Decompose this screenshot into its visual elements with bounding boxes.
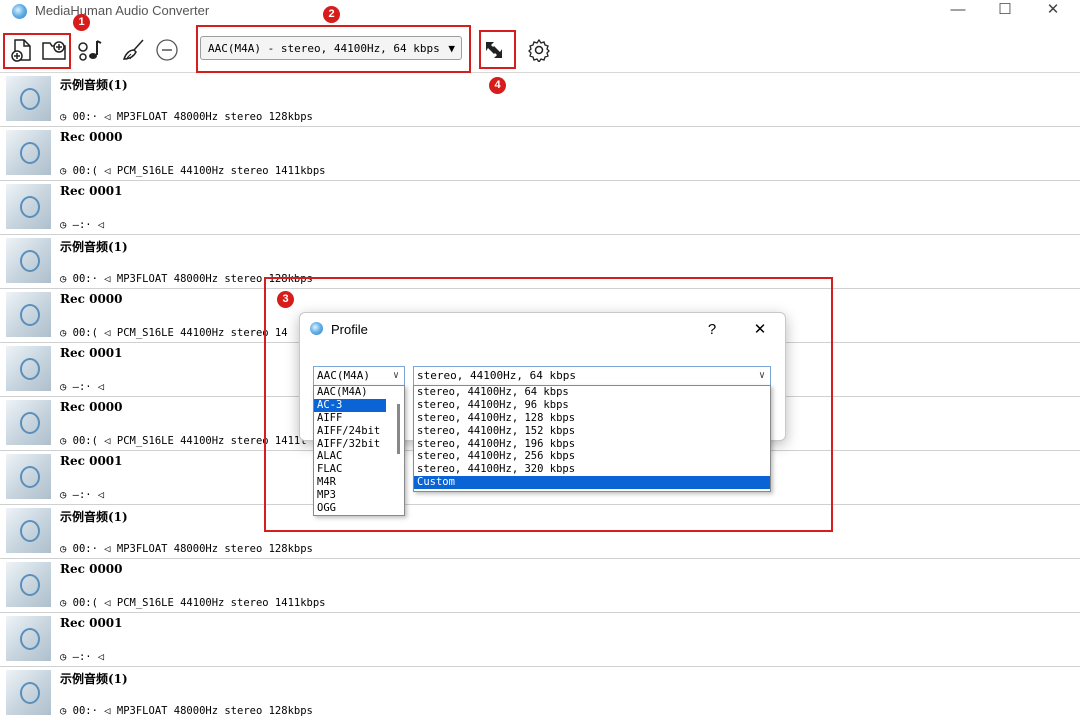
audio-thumbnail (6, 130, 51, 175)
format-dropdown[interactable]: AAC(M4A) AC-3 AIFF AIFF/24bit AIFF/32bit… (313, 385, 405, 516)
quality-option[interactable]: stereo, 44100Hz, 128 kbps (414, 412, 770, 425)
file-info: ◷ 00:( ◁ PCM_S16LE 44100Hz stereo 1411l (60, 435, 307, 447)
gear-icon[interactable] (525, 36, 553, 64)
close-button[interactable]: ✕ (1030, 0, 1076, 22)
file-title: Rec 0001 (60, 346, 123, 360)
format-combo-value: AAC(M4A) (317, 369, 370, 382)
file-row[interactable]: Rec 0001 ◷ —:· ◁ (0, 613, 1080, 667)
marker-3: 3 (277, 291, 294, 308)
maximize-button[interactable]: ☐ (982, 0, 1028, 22)
chevron-down-icon: ∨ (392, 370, 399, 381)
format-option[interactable]: OGG (314, 502, 404, 515)
file-title: 示例音频(1) (60, 510, 128, 524)
audio-thumbnail (6, 400, 51, 445)
file-row[interactable]: Rec 0000 ◷ 00:( ◁ PCM_S16LE 44100Hz stere… (0, 127, 1080, 181)
file-row[interactable]: 示例音频(1) ◷ 00:· ◁ MP3FLOAT 48000Hz stereo … (0, 73, 1080, 127)
file-title: 示例音频(1) (60, 78, 128, 92)
file-info: ◷ —:· ◁ (60, 651, 105, 663)
file-title: Rec 0000 (60, 292, 123, 306)
dialog-close-button[interactable]: ✕ (746, 318, 774, 342)
quality-option[interactable]: stereo, 44100Hz, 64 kbps (414, 386, 770, 399)
file-title: 示例音频(1) (60, 240, 128, 254)
audio-thumbnail (6, 76, 51, 121)
dropdown-scrollbar[interactable] (397, 404, 400, 454)
profile-select[interactable]: AAC(M4A) - stereo, 44100Hz, 64 kbps ▼ (200, 36, 462, 60)
file-info: ◷ —:· ◁ (60, 381, 105, 393)
file-row[interactable]: 示例音频(1) ◷ 00:· ◁ MP3FLOAT 48000Hz stereo … (0, 667, 1080, 720)
format-option[interactable]: AIFF/32bit (314, 438, 404, 451)
title-bar: MediaHuman Audio Converter — ☐ ✕ (0, 0, 1080, 26)
audio-thumbnail (6, 238, 51, 283)
file-info: ◷ 00:· ◁ MP3FLOAT 48000Hz stereo 128kbps (60, 111, 313, 123)
music-note-icon[interactable] (76, 36, 104, 64)
file-title: Rec 0000 (60, 562, 123, 576)
format-option[interactable]: AIFF (314, 412, 404, 425)
add-file-icon[interactable] (8, 36, 36, 64)
file-row[interactable]: 示例音频(1) ◷ 00:· ◁ MP3FLOAT 48000Hz stereo … (0, 505, 1080, 559)
add-folder-icon[interactable] (40, 36, 68, 64)
audio-thumbnail (6, 508, 51, 553)
marker-2: 2 (323, 6, 340, 23)
quality-combo[interactable]: stereo, 44100Hz, 64 kbps ∨ (413, 366, 771, 386)
marker-1: 1 (73, 14, 90, 31)
audio-thumbnail (6, 184, 51, 229)
file-row[interactable]: Rec 0000 ◷ 00:( ◁ PCM_S16LE 44100Hz stere… (0, 559, 1080, 613)
help-button[interactable]: ? (698, 318, 726, 342)
file-title: 示例音频(1) (60, 672, 128, 686)
minus-circle-icon[interactable] (153, 36, 181, 64)
format-option[interactable]: M4R (314, 476, 404, 489)
quality-option[interactable]: stereo, 44100Hz, 196 kbps (414, 438, 770, 451)
audio-thumbnail (6, 292, 51, 337)
quality-option-selected[interactable]: Custom (414, 476, 770, 490)
quality-option[interactable]: stereo, 44100Hz, 256 kbps (414, 450, 770, 463)
file-info: ◷ 00:· ◁ MP3FLOAT 48000Hz stereo 128kbps (60, 543, 313, 555)
quality-combo-value: stereo, 44100Hz, 64 kbps (417, 369, 576, 382)
audio-thumbnail (6, 454, 51, 499)
audio-thumbnail (6, 670, 51, 715)
file-title: Rec 0001 (60, 184, 123, 198)
file-info: ◷ 00:( ◁ PCM_S16LE 44100Hz stereo 1411kb… (60, 597, 326, 609)
app-logo-icon (310, 322, 323, 335)
file-info: ◷ 00:· ◁ MP3FLOAT 48000Hz stereo 128kbps (60, 273, 313, 285)
format-option[interactable]: ALAC (314, 450, 404, 463)
format-option[interactable]: AIFF/24bit (314, 425, 404, 438)
dropdown-arrow-icon: ▼ (448, 42, 455, 55)
profile-select-value: AAC(M4A) - stereo, 44100Hz, 64 kbps (208, 42, 440, 55)
file-info: ◷ 00:( ◁ PCM_S16LE 44100Hz stereo 1411kb… (60, 165, 326, 177)
chevron-down-icon: ∨ (758, 370, 765, 381)
audio-thumbnail (6, 616, 51, 661)
app-logo-icon (12, 4, 27, 19)
file-row[interactable]: Rec 0001 ◷ —:· ◁ (0, 181, 1080, 235)
minimize-button[interactable]: — (935, 0, 981, 22)
convert-icon[interactable] (480, 36, 508, 64)
audio-thumbnail (6, 346, 51, 391)
quality-option[interactable]: stereo, 44100Hz, 152 kbps (414, 425, 770, 438)
file-info: ◷ —:· ◁ (60, 489, 105, 501)
marker-4: 4 (489, 77, 506, 94)
format-option[interactable]: FLAC (314, 463, 404, 476)
file-info: ◷ —:· ◁ (60, 219, 105, 231)
file-row[interactable]: 示例音频(1) ◷ 00:· ◁ MP3FLOAT 48000Hz stereo … (0, 235, 1080, 289)
format-option[interactable]: MP3 (314, 489, 404, 502)
quality-option[interactable]: stereo, 44100Hz, 320 kbps (414, 463, 770, 476)
file-title: Rec 0000 (60, 130, 123, 144)
audio-thumbnail (6, 562, 51, 607)
file-title: Rec 0001 (60, 616, 123, 630)
format-option-selected[interactable]: AC-3 (314, 398, 386, 412)
dialog-title: Profile (331, 322, 368, 337)
file-title: Rec 0000 (60, 400, 123, 414)
format-combo[interactable]: AAC(M4A) ∨ (313, 366, 405, 386)
quality-dropdown[interactable]: stereo, 44100Hz, 64 kbps stereo, 44100Hz… (413, 385, 771, 492)
file-info: ◷ 00:( ◁ PCM_S16LE 44100Hz stereo 14 (60, 327, 288, 339)
toolbar: AAC(M4A) - stereo, 44100Hz, 64 kbps ▼ (0, 28, 1080, 73)
broom-icon[interactable] (120, 36, 148, 64)
quality-option[interactable]: stereo, 44100Hz, 96 kbps (414, 399, 770, 412)
file-info: ◷ 00:· ◁ MP3FLOAT 48000Hz stereo 128kbps (60, 705, 313, 717)
format-option[interactable]: AAC(M4A) (314, 386, 404, 399)
window-title: MediaHuman Audio Converter (35, 3, 210, 18)
file-title: Rec 0001 (60, 454, 123, 468)
